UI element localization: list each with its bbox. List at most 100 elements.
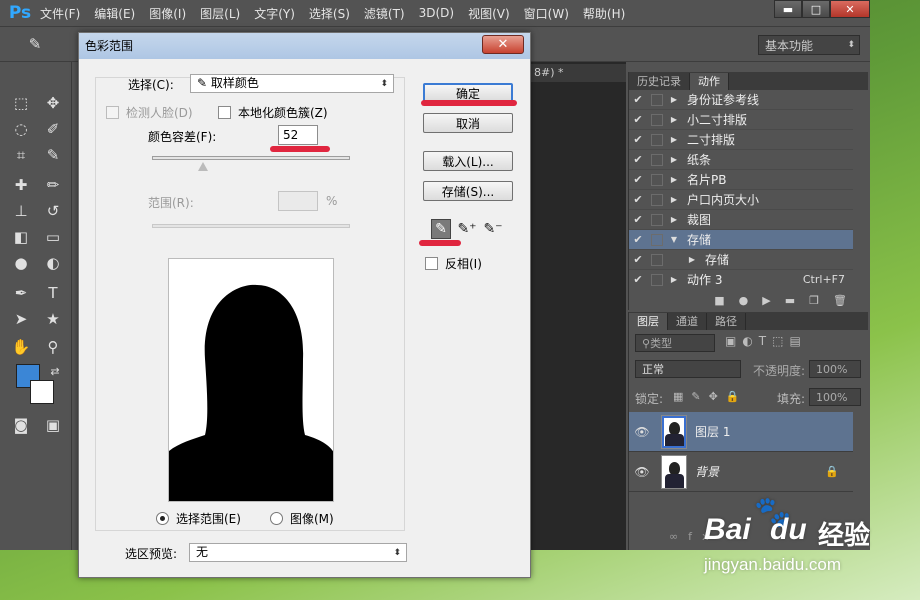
document-tab[interactable]: 8#) * [530, 64, 626, 82]
action-item[interactable]: ✔ ▶ 名片PB [629, 170, 853, 190]
invert-checkbox[interactable] [425, 257, 438, 270]
action-item[interactable]: ✔ ▼ 存储 [629, 230, 853, 250]
triangle-right-icon[interactable]: ▶ [667, 275, 681, 284]
move-tool-icon[interactable]: ✥ [40, 90, 66, 116]
localized-clusters-checkbox[interactable] [218, 106, 231, 119]
eyedropper-tool-icon[interactable]: ✎ [40, 142, 66, 168]
lasso-tool-icon[interactable]: ◌ [8, 116, 34, 142]
layer-filter-select[interactable]: ⚲ 类型 [635, 334, 715, 352]
dialog-toggle-box[interactable] [651, 253, 663, 266]
triangle-right-icon[interactable]: ▶ [667, 155, 681, 164]
screen-mode-icon[interactable]: ▣ [40, 412, 66, 438]
dialog-toggle-box[interactable] [651, 93, 663, 106]
triangle-right-icon[interactable]: ▶ [667, 135, 681, 144]
dodge-tool-icon[interactable]: ◐ [40, 250, 66, 276]
healing-brush-icon[interactable]: ✚ [8, 172, 34, 198]
fuzziness-slider[interactable] [152, 156, 350, 160]
dialog-toggle-box[interactable] [651, 133, 663, 146]
menu-type[interactable]: 文字(Y) [254, 5, 295, 22]
lock-icons[interactable]: ▦✎✥🔒 [673, 390, 748, 403]
selection-preview-select[interactable]: 无 ⬍ [189, 543, 407, 562]
layer-row[interactable]: 👁 背景 🔒 [629, 452, 853, 492]
minimize-button[interactable]: ▬ [774, 0, 802, 18]
tab-paths[interactable]: 路径 [707, 313, 746, 330]
action-item[interactable]: ✔ ▶ 户口内页大小 [629, 190, 853, 210]
menu-help[interactable]: 帮助(H) [583, 5, 625, 22]
check-icon[interactable]: ✔ [629, 233, 647, 246]
quick-mask-icon[interactable]: ◙ [8, 412, 34, 438]
hand-tool-icon[interactable]: ✋ [8, 334, 34, 360]
action-item[interactable]: ✔ ▶ 二寸排版 [629, 130, 853, 150]
triangle-down-icon[interactable]: ▼ [667, 235, 681, 244]
eye-icon[interactable]: 👁 [629, 465, 655, 479]
action-item[interactable]: ✔ ▶ 纸条 [629, 150, 853, 170]
layer-filter-icons[interactable]: ▣◐T⬚▤ [725, 334, 807, 348]
dialog-toggle-box[interactable] [651, 173, 663, 186]
type-tool-icon[interactable]: T [40, 280, 66, 306]
quick-select-tool-icon[interactable]: ✐ [40, 116, 66, 142]
check-icon[interactable]: ✔ [629, 153, 647, 166]
swap-colors-icon[interactable]: ⇄ [42, 358, 68, 384]
action-item[interactable]: ✔ ▶ 小二寸排版 [629, 110, 853, 130]
check-icon[interactable]: ✔ [629, 133, 647, 146]
play-icon[interactable]: ▶ [762, 294, 770, 307]
menu-filter[interactable]: 滤镜(T) [364, 5, 405, 22]
detect-faces-checkbox[interactable] [106, 106, 119, 119]
select-dropdown[interactable]: ✎ 取样颜色 ⬍ [190, 74, 394, 93]
triangle-right-icon[interactable]: ▶ [667, 195, 681, 204]
marquee-tool-icon[interactable]: ⬚ [8, 90, 34, 116]
menu-view[interactable]: 视图(V) [468, 5, 510, 22]
eyedropper-icon[interactable]: ✎ [22, 31, 48, 57]
fill-input[interactable]: 100% [809, 388, 861, 406]
eye-icon[interactable]: 👁 [629, 425, 655, 439]
action-item[interactable]: ✔ ▶ 裁图 [629, 210, 853, 230]
check-icon[interactable]: ✔ [629, 193, 647, 206]
path-select-icon[interactable]: ➤ [8, 306, 34, 332]
new-action-icon[interactable]: ❐ [809, 294, 819, 307]
load-button[interactable]: 载入(L)... [423, 151, 513, 171]
triangle-right-icon[interactable]: ▶ [667, 115, 681, 124]
eyedropper-icon[interactable]: ✎ [431, 219, 451, 239]
stamp-tool-icon[interactable]: ⊥ [8, 198, 34, 224]
action-item[interactable]: ✔ ▶ 存储 [629, 250, 853, 270]
dialog-toggle-box[interactable] [651, 113, 663, 126]
eyedropper-minus-icon[interactable]: ✎⁻ [483, 219, 503, 239]
record-icon[interactable]: ● [739, 294, 749, 307]
zoom-tool-icon[interactable]: ⚲ [40, 334, 66, 360]
shape-tool-icon[interactable]: ★ [40, 306, 66, 332]
dialog-toggle-box[interactable] [651, 193, 663, 206]
eyedropper-plus-icon[interactable]: ✎⁺ [457, 219, 477, 239]
tab-history[interactable]: 历史记录 [629, 73, 690, 90]
image-radio[interactable] [270, 512, 283, 525]
trash-icon[interactable]: 🗑 [833, 294, 847, 307]
dialog-toggle-box[interactable] [651, 153, 663, 166]
action-item[interactable]: ✔ ▶ 动作 3 Ctrl+F7 [629, 270, 853, 288]
menu-file[interactable]: 文件(F) [40, 5, 80, 22]
dialog-toggle-box[interactable] [651, 233, 663, 246]
fuzziness-slider-thumb[interactable] [198, 162, 209, 171]
layer-row[interactable]: 👁 图层 1 [629, 412, 853, 452]
gradient-tool-icon[interactable]: ▭ [40, 224, 66, 250]
fuzziness-input[interactable]: 52 [278, 125, 318, 145]
check-icon[interactable]: ✔ [629, 253, 647, 266]
check-icon[interactable]: ✔ [629, 113, 647, 126]
tab-layers[interactable]: 图层 [629, 313, 668, 330]
menu-edit[interactable]: 编辑(E) [94, 5, 135, 22]
check-icon[interactable]: ✔ [629, 273, 647, 286]
pen-tool-icon[interactable]: ✒ [8, 280, 34, 306]
maximize-button[interactable]: □ [802, 0, 830, 18]
close-window-button[interactable]: ✕ [830, 0, 870, 18]
tab-actions[interactable]: 动作 [690, 73, 729, 90]
dialog-close-button[interactable]: ✕ [482, 35, 524, 54]
opacity-input[interactable]: 100% [809, 360, 861, 378]
menu-window[interactable]: 窗口(W) [524, 5, 569, 22]
cancel-button[interactable]: 取消 [423, 113, 513, 133]
action-item[interactable]: ✔ ▶ 身份证参考线 [629, 90, 853, 110]
eraser-tool-icon[interactable]: ◧ [8, 224, 34, 250]
new-set-icon[interactable]: ▬ [785, 294, 795, 307]
menu-select[interactable]: 选择(S) [309, 5, 350, 22]
triangle-right-icon[interactable]: ▶ [667, 215, 681, 224]
blur-tool-icon[interactable]: ● [8, 250, 34, 276]
check-icon[interactable]: ✔ [629, 173, 647, 186]
blend-mode-select[interactable]: 正常 [635, 360, 741, 378]
